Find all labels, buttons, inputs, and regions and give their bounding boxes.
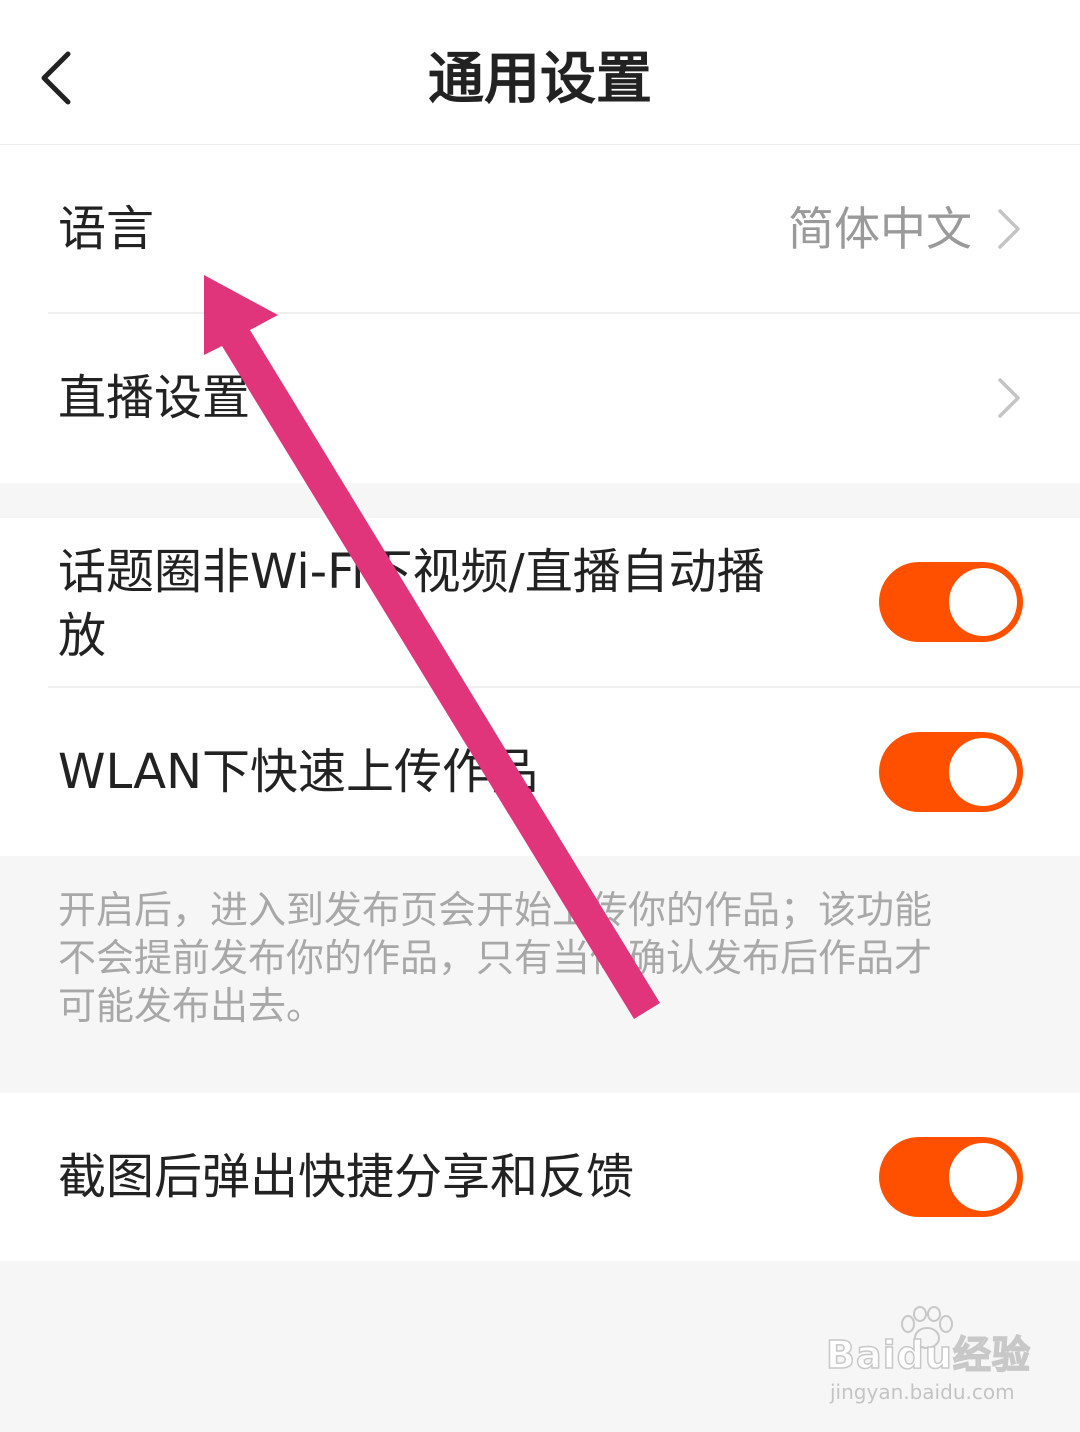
- chevron-right-icon: [998, 209, 1020, 249]
- language-row[interactable]: 语言 简体中文: [0, 145, 1080, 314]
- autoplay-label-line2: 放: [58, 608, 107, 664]
- settings-section-media: 话题圈非Wi-Fi下视频/直播自动播 放 WLAN下快速上传作品: [0, 518, 1080, 856]
- note-line-3: 可能发布出去。: [58, 984, 325, 1028]
- toggle-knob: [949, 568, 1017, 636]
- live-settings-label: 直播设置: [58, 370, 251, 426]
- watermark-url: jingyan.baidu.com: [830, 1380, 1015, 1404]
- screenshot-share-label: 截图后弹出快捷分享和反馈: [58, 1149, 635, 1205]
- screenshot-share-row: 截图后弹出快捷分享和反馈: [0, 1093, 1080, 1261]
- wlan-upload-note: 开启后，进入到发布页会开始上传你的作品；该功能 不会提前发布你的作品，只有当你确…: [58, 886, 1018, 1030]
- watermark-brand: Baidu经验: [825, 1332, 1031, 1378]
- toggle-knob: [949, 1143, 1017, 1211]
- live-settings-row[interactable]: 直播设置: [0, 314, 1080, 483]
- language-label: 语言: [58, 201, 155, 257]
- note-line-1: 开启后，进入到发布页会开始上传你的作品；该功能: [58, 888, 933, 932]
- wlan-upload-label: WLAN下快速上传作品: [58, 744, 539, 800]
- baidu-watermark: Baidu经验 jingyan.baidu.com: [825, 1306, 1036, 1414]
- page-title: 通用设置: [428, 47, 652, 112]
- autoplay-label-line1: 话题圈非Wi-Fi下视频/直播自动播: [58, 544, 765, 600]
- chevron-right-icon: [998, 378, 1020, 418]
- autoplay-toggle[interactable]: [879, 562, 1023, 642]
- autoplay-row: 话题圈非Wi-Fi下视频/直播自动播 放: [0, 518, 1080, 688]
- toggle-knob: [949, 738, 1017, 806]
- wlan-upload-row: WLAN下快速上传作品: [0, 688, 1080, 856]
- language-value: 简体中文: [788, 202, 972, 256]
- note-line-2: 不会提前发布你的作品，只有当你确认发布后作品才: [58, 936, 933, 980]
- wlan-upload-toggle[interactable]: [879, 732, 1023, 812]
- screenshot-share-toggle[interactable]: [879, 1137, 1023, 1217]
- settings-section-general: 语言 简体中文 直播设置: [0, 145, 1080, 483]
- settings-section-screenshot: 截图后弹出快捷分享和反馈: [0, 1093, 1080, 1261]
- nav-header: 通用设置: [0, 0, 1080, 145]
